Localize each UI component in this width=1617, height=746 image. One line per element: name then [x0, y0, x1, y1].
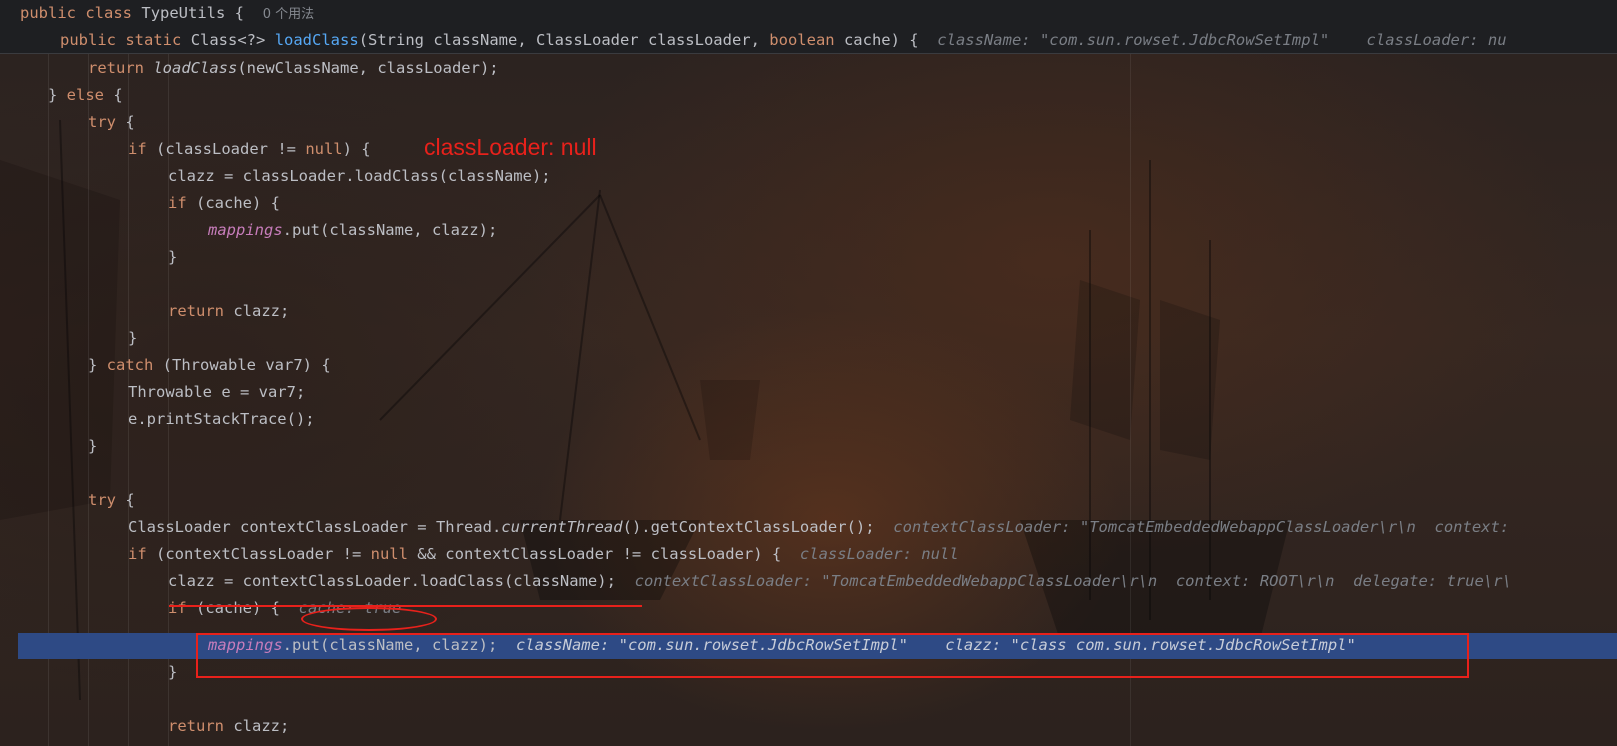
code-line[interactable]: return loadClass(newClassName, classLoad… [88, 55, 499, 82]
keyword: public [60, 31, 116, 49]
code-text: } [168, 663, 178, 681]
code-line[interactable]: } else { [48, 82, 123, 109]
code-text: { [116, 491, 135, 509]
keyword: return [168, 302, 224, 320]
code-text: clazz; [224, 302, 290, 320]
code-text: && contextClassLoader != classLoader) { [407, 545, 782, 563]
code-text: } [48, 86, 67, 104]
keyword: try [88, 491, 116, 509]
code-text: (newClassName, classLoader); [237, 59, 499, 77]
keyword: if [128, 545, 147, 563]
inline-debug-hint: className: "com.sun.rowset.JdbcRowSetImp… [937, 31, 1507, 49]
code-text: } [168, 248, 178, 266]
code-text: { [116, 113, 135, 131]
code-text: ) { [342, 140, 371, 158]
code-text: e.printStackTrace(); [128, 410, 315, 428]
code-line[interactable]: if (classLoader != null) { [128, 136, 371, 163]
code-line[interactable]: e.printStackTrace(); [128, 406, 315, 433]
class-name: TypeUtils { [141, 4, 245, 22]
code-text: (Throwable var7) { [153, 356, 331, 374]
annotation-box [196, 633, 1469, 678]
inline-debug-hint: contextClassLoader: "TomcatEmbeddedWebap… [634, 572, 1512, 590]
keyword: if [128, 140, 147, 158]
code-line[interactable]: } [168, 659, 177, 686]
sticky-line-class[interactable]: public class TypeUtils { 0 个用法 [20, 0, 314, 27]
keyword: class [85, 4, 133, 22]
keyword: catch [106, 356, 154, 374]
code-line[interactable]: try { [88, 109, 135, 136]
params: (String className, ClassLoader classLoad… [358, 31, 770, 49]
keyword: return [168, 717, 224, 735]
params: cache) { [834, 31, 919, 49]
code-line[interactable]: if (cache) { [168, 190, 280, 217]
code-text: Throwable e = var7; [128, 383, 306, 401]
usages-hint[interactable]: 0 个用法 [263, 7, 314, 22]
code-text: ClassLoader contextClassLoader = Thread. [128, 518, 502, 536]
code-text: (cache) { [186, 194, 280, 212]
inline-debug-hint: contextClassLoader: "TomcatEmbeddedWebap… [893, 518, 1519, 536]
keyword: try [88, 113, 116, 131]
code-text: clazz = contextClassLoader.loadClass(cla… [168, 572, 616, 590]
keyword: public [20, 4, 76, 22]
sticky-line-method[interactable]: public static Class<?> loadClass(String … [60, 27, 1507, 54]
code-line[interactable]: } [168, 244, 177, 271]
code-text: .put(className, clazz); [282, 221, 498, 239]
sticky-header-divider [0, 53, 1617, 54]
static-method-call: currentThread [501, 518, 623, 536]
annotation-note: classLoader: null [424, 134, 597, 160]
code-text: } [88, 356, 107, 374]
method-call: loadClass [153, 59, 238, 77]
keyword: null [305, 140, 343, 158]
code-line[interactable]: clazz = contextClassLoader.loadClass(cla… [168, 568, 1512, 595]
inline-debug-hint: classLoader: null [799, 545, 959, 563]
code-text: clazz = classLoader.loadClass(className)… [168, 167, 551, 185]
return-type: Class<?> [190, 31, 266, 49]
code-text: clazz; [224, 717, 290, 735]
code-line[interactable]: ClassLoader contextClassLoader = Thread.… [128, 514, 1518, 541]
code-text: } [88, 437, 98, 455]
code-line[interactable]: Throwable e = var7; [128, 379, 305, 406]
code-line[interactable]: } [128, 325, 137, 352]
code-line[interactable]: return clazz; [168, 713, 289, 740]
code-text: { [104, 86, 123, 104]
code-line[interactable]: if (contextClassLoader != null && contex… [128, 541, 959, 568]
code-text: (classLoader != [146, 140, 306, 158]
keyword: return [88, 59, 144, 77]
code-line[interactable]: } [88, 433, 97, 460]
code-text: (cache) { [186, 599, 280, 617]
code-text: (contextClassLoader != [146, 545, 371, 563]
code-line[interactable]: clazz = classLoader.loadClass(className)… [168, 163, 551, 190]
keyword: else [66, 86, 104, 104]
keyword: static [125, 31, 182, 49]
annotation-ellipse [301, 607, 437, 631]
annotation-underline [169, 605, 642, 607]
code-text: ().getContextClassLoader(); [622, 518, 875, 536]
code-line[interactable]: return clazz; [168, 298, 289, 325]
code-line[interactable]: } catch (Throwable var7) { [88, 352, 331, 379]
keyword: if [168, 599, 187, 617]
keyword: if [168, 194, 187, 212]
field-reference: mappings [208, 221, 283, 239]
code-line[interactable]: try { [88, 487, 135, 514]
code-line[interactable]: mappings.put(className, clazz); [208, 217, 497, 244]
keyword: boolean [769, 31, 835, 49]
code-text: } [128, 329, 138, 347]
keyword: null [370, 545, 408, 563]
method-name: loadClass [274, 31, 359, 49]
